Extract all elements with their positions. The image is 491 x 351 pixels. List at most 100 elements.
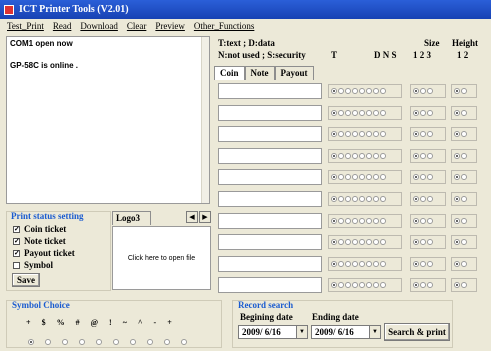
chevron-down-icon[interactable]: ▼ — [296, 326, 307, 338]
symbol-radio[interactable] — [113, 339, 119, 345]
tab-payout[interactable]: Payout — [274, 66, 314, 80]
option-radio[interactable] — [420, 109, 426, 116]
option-radio[interactable] — [420, 131, 426, 138]
option-radio[interactable] — [413, 109, 419, 116]
option-radio[interactable] — [461, 239, 467, 246]
option-radio[interactable] — [461, 131, 467, 138]
option-radio[interactable] — [420, 174, 426, 181]
symbol-radio[interactable] — [147, 339, 153, 345]
symbol-radio[interactable] — [130, 339, 136, 345]
option-radio[interactable] — [380, 195, 386, 202]
line-text-input[interactable] — [218, 277, 322, 294]
logo-open-area[interactable]: Click here to open file — [112, 226, 211, 290]
option-radio[interactable] — [373, 239, 379, 246]
menu-download[interactable]: Download — [80, 21, 118, 31]
option-radio[interactable] — [413, 282, 419, 289]
option-radio[interactable] — [331, 217, 337, 224]
option-radio[interactable] — [331, 174, 337, 181]
line-text-input[interactable] — [218, 190, 322, 207]
option-radio[interactable] — [413, 217, 419, 224]
option-radio[interactable] — [366, 131, 372, 138]
line-text-input[interactable] — [218, 212, 322, 229]
option-radio[interactable] — [461, 174, 467, 181]
option-radio[interactable] — [345, 109, 351, 116]
option-radio[interactable] — [366, 282, 372, 289]
option-radio[interactable] — [331, 109, 337, 116]
option-radio[interactable] — [373, 217, 379, 224]
option-radio[interactable] — [427, 239, 433, 246]
option-radio[interactable] — [413, 152, 419, 159]
option-radio[interactable] — [359, 152, 365, 159]
option-radio[interactable] — [373, 282, 379, 289]
option-radio[interactable] — [345, 260, 351, 267]
option-radio[interactable] — [380, 152, 386, 159]
coin-ticket-checkbox[interactable]: ✓ Coin ticket — [13, 224, 66, 234]
option-radio[interactable] — [427, 217, 433, 224]
option-radio[interactable] — [380, 131, 386, 138]
option-radio[interactable] — [373, 109, 379, 116]
option-radio[interactable] — [359, 174, 365, 181]
option-radio[interactable] — [461, 195, 467, 202]
option-radio[interactable] — [413, 88, 419, 94]
option-radio[interactable] — [345, 88, 351, 94]
option-radio[interactable] — [338, 88, 344, 94]
option-radio[interactable] — [461, 152, 467, 159]
option-radio[interactable] — [359, 131, 365, 138]
search-print-button[interactable]: Search & print — [384, 323, 450, 341]
option-radio[interactable] — [380, 109, 386, 116]
symbol-checkbox[interactable]: Symbol — [13, 260, 53, 270]
option-radio[interactable] — [461, 260, 467, 267]
option-radio[interactable] — [338, 195, 344, 202]
option-radio[interactable] — [454, 282, 460, 289]
save-button[interactable]: Save — [12, 273, 40, 287]
option-radio[interactable] — [338, 260, 344, 267]
line-text-input[interactable] — [218, 104, 322, 121]
option-radio[interactable] — [359, 239, 365, 246]
option-radio[interactable] — [413, 174, 419, 181]
line-text-input[interactable] — [218, 147, 322, 164]
option-radio[interactable] — [427, 195, 433, 202]
option-radio[interactable] — [366, 239, 372, 246]
option-radio[interactable] — [413, 260, 419, 267]
option-radio[interactable] — [373, 131, 379, 138]
option-radio[interactable] — [461, 109, 467, 116]
option-radio[interactable] — [345, 239, 351, 246]
option-radio[interactable] — [366, 88, 372, 94]
option-radio[interactable] — [352, 217, 358, 224]
option-radio[interactable] — [366, 152, 372, 159]
option-radio[interactable] — [427, 88, 433, 94]
begin-date-picker[interactable]: 2009/ 6/16 ▼ — [238, 325, 308, 339]
option-radio[interactable] — [454, 131, 460, 138]
option-radio[interactable] — [380, 174, 386, 181]
line-text-input[interactable] — [218, 234, 322, 251]
option-radio[interactable] — [352, 239, 358, 246]
option-radio[interactable] — [380, 217, 386, 224]
log-scrollbar[interactable] — [201, 37, 209, 203]
option-radio[interactable] — [420, 282, 426, 289]
tab-coin[interactable]: Coin — [214, 66, 245, 80]
option-radio[interactable] — [420, 239, 426, 246]
line-text-input[interactable] — [218, 169, 322, 186]
symbol-radio[interactable] — [79, 339, 85, 345]
option-radio[interactable] — [345, 282, 351, 289]
option-radio[interactable] — [359, 109, 365, 116]
option-radio[interactable] — [331, 282, 337, 289]
symbol-radio[interactable] — [181, 339, 187, 345]
option-radio[interactable] — [427, 109, 433, 116]
option-radio[interactable] — [380, 88, 386, 94]
option-radio[interactable] — [461, 88, 467, 94]
option-radio[interactable] — [380, 239, 386, 246]
option-radio[interactable] — [352, 152, 358, 159]
line-text-input[interactable] — [218, 83, 322, 99]
option-radio[interactable] — [427, 152, 433, 159]
option-radio[interactable] — [454, 152, 460, 159]
option-radio[interactable] — [366, 217, 372, 224]
option-radio[interactable] — [454, 260, 460, 267]
option-radio[interactable] — [338, 282, 344, 289]
option-radio[interactable] — [427, 131, 433, 138]
option-radio[interactable] — [427, 282, 433, 289]
option-radio[interactable] — [345, 131, 351, 138]
option-radio[interactable] — [454, 174, 460, 181]
option-radio[interactable] — [359, 217, 365, 224]
option-radio[interactable] — [359, 260, 365, 267]
